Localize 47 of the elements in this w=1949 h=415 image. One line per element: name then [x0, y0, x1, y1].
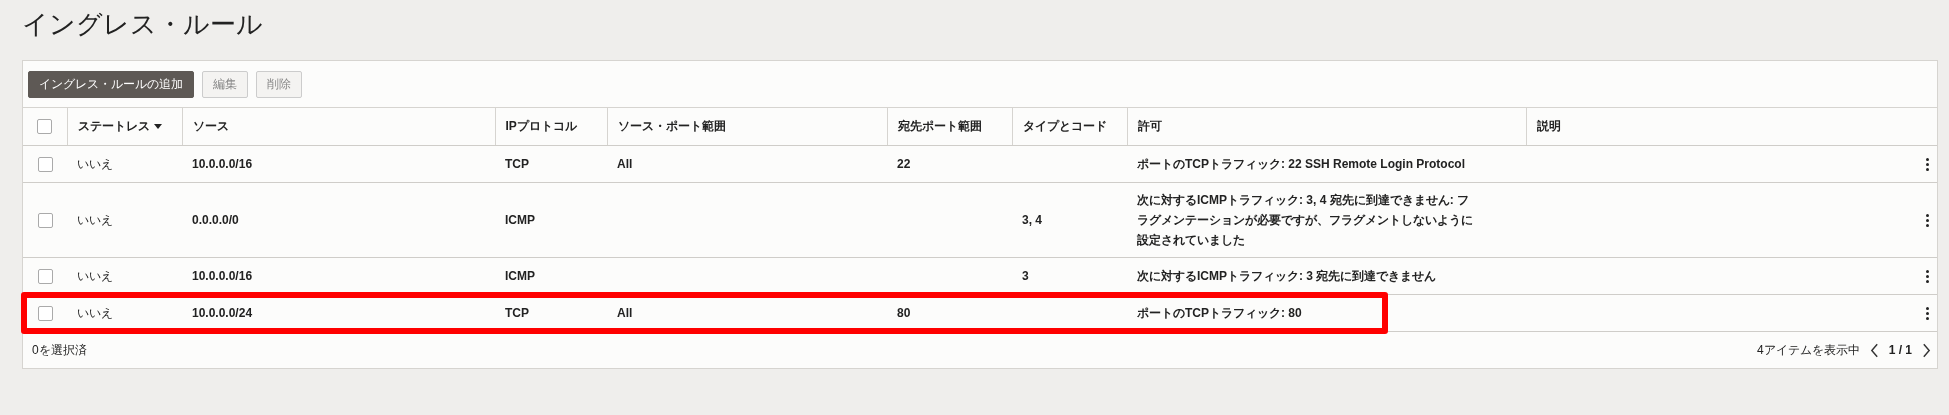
protocol-cell: ICMP — [505, 213, 535, 227]
checkbox[interactable] — [37, 213, 53, 229]
stateless-cell: いいえ — [77, 306, 113, 320]
more-actions-icon[interactable] — [1926, 214, 1929, 228]
checkbox[interactable] — [37, 119, 53, 135]
page-indicator: 1 / 1 — [1888, 343, 1912, 357]
items-shown: 4アイテムを表示中 — [1756, 341, 1860, 359]
allow-cell: 次に対するICMPトラフィック: 3 宛先に到達できません — [1137, 269, 1437, 283]
stateless-cell: いいえ — [77, 157, 113, 171]
source-cell: 10.0.0.0/24 — [192, 306, 253, 320]
checkbox[interactable] — [37, 306, 53, 322]
stateless-cell: いいえ — [77, 213, 113, 227]
column-header[interactable]: ソース・ポート範囲 — [617, 119, 726, 133]
selected-count: 0を選択済 — [32, 341, 87, 359]
protocol-cell: TCP — [505, 306, 529, 320]
allow-cell: ポートのTCPトラフィック: 80 — [1137, 306, 1302, 320]
previous-page-icon[interactable] — [1869, 342, 1879, 358]
more-actions-icon[interactable] — [1926, 158, 1929, 172]
column-header[interactable]: タイプとコード — [1022, 119, 1107, 133]
column-header[interactable]: IPプロトコル — [505, 119, 577, 133]
column-header[interactable]: 許可 — [1137, 119, 1162, 133]
type-code-cell: 3, 4 — [1022, 213, 1042, 227]
protocol-cell: ICMP — [505, 269, 535, 283]
stateless-cell: いいえ — [77, 269, 113, 283]
column-header[interactable]: 宛先ポート範囲 — [897, 119, 982, 133]
more-actions-icon[interactable] — [1926, 307, 1929, 321]
column-header[interactable]: ステートレス — [77, 119, 150, 133]
source-cell: 10.0.0.0/16 — [192, 269, 253, 283]
port-range-cell: 80 — [897, 306, 911, 320]
column-header[interactable]: 説明 — [1536, 119, 1561, 133]
more-actions-icon[interactable] — [1926, 270, 1929, 284]
type-code-cell: 3 — [1022, 269, 1029, 283]
port-range-cell: All — [617, 157, 633, 171]
sort-icon[interactable] — [153, 124, 162, 130]
checkbox[interactable] — [37, 157, 53, 173]
protocol-cell: TCP — [505, 157, 529, 171]
next-page-icon[interactable] — [1922, 342, 1931, 358]
allow-cell: 次に対するICMPトラフィック: 3, 4 宛先に到達できません: フラグメンテーションが必要ですが、フラグメントしないように設定されていました — [1137, 193, 1473, 247]
port-range-cell: All — [617, 306, 633, 320]
port-range-cell: 22 — [897, 157, 911, 171]
source-cell: 0.0.0.0/0 — [192, 213, 239, 227]
source-cell: 10.0.0.0/16 — [192, 157, 253, 171]
page-title: イングレス・ルール — [22, 8, 264, 41]
column-header[interactable]: ソース — [192, 119, 229, 133]
toolbar-button[interactable]: イングレス・ルールの追加 — [28, 71, 194, 98]
allow-cell: ポートのTCPトラフィック: 22 SSH Remote Login Protocol — [1137, 157, 1466, 171]
checkbox[interactable] — [37, 269, 53, 285]
